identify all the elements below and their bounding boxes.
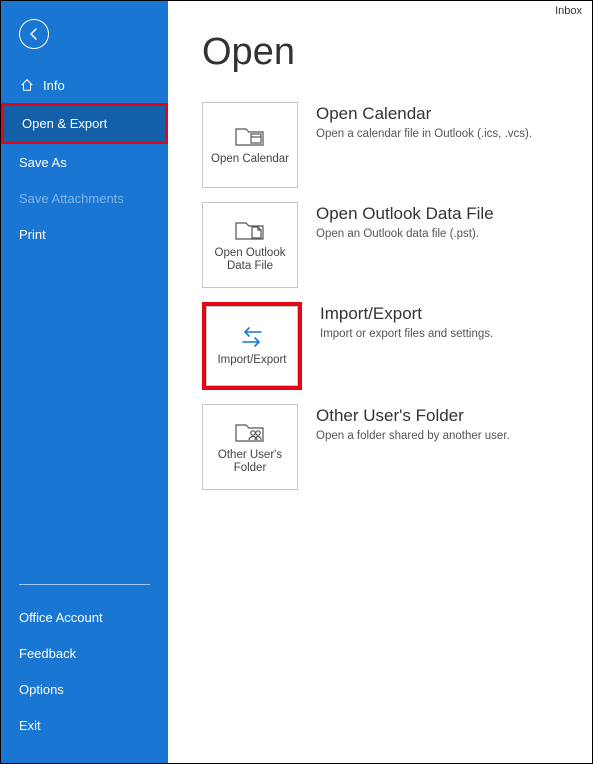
import-export-arrows-icon <box>236 324 268 350</box>
window-title: Inbox <box>555 5 582 17</box>
tile-label: Open Outlook Data File <box>207 247 293 273</box>
option-title: Open Outlook Data File <box>316 204 582 224</box>
sidebar-item-label: Exit <box>19 718 41 733</box>
sidebar: Info Open & Export Save As Save Attachme… <box>1 1 168 763</box>
sidebar-item-office-account[interactable]: Office Account <box>1 599 168 635</box>
sidebar-item-label: Save As <box>19 155 67 170</box>
sidebar-item-info[interactable]: Info <box>1 67 168 103</box>
sidebar-item-feedback[interactable]: Feedback <box>1 635 168 671</box>
sidebar-item-options[interactable]: Options <box>1 671 168 707</box>
sidebar-item-label: Feedback <box>19 646 76 661</box>
highlight-import-export: Import/Export <box>202 302 302 390</box>
sidebar-item-save-as[interactable]: Save As <box>1 144 168 180</box>
option-text: Open Calendar Open a calendar file in Ou… <box>316 102 582 140</box>
option-title: Import/Export <box>320 304 582 324</box>
option-desc: Open a calendar file in Outlook (.ics, .… <box>316 128 582 140</box>
option-text: Import/Export Import or export files and… <box>320 302 582 340</box>
calendar-folder-icon <box>234 123 266 149</box>
option-open-calendar: Open Calendar Open Calendar Open a calen… <box>202 102 582 188</box>
data-file-folder-icon <box>234 217 266 243</box>
sidebar-item-label: Save Attachments <box>19 191 124 206</box>
sidebar-item-exit[interactable]: Exit <box>1 707 168 743</box>
sidebar-item-save-attachments: Save Attachments <box>1 180 168 216</box>
option-open-data-file: Open Outlook Data File Open Outlook Data… <box>202 202 582 288</box>
option-title: Other User's Folder <box>316 406 582 426</box>
page-title: Open <box>202 31 582 74</box>
tile-other-user-folder[interactable]: Other User's Folder <box>202 404 298 490</box>
app-window: Inbox Info Open & Export Save As <box>0 0 593 764</box>
option-desc: Open an Outlook data file (.pst). <box>316 228 582 240</box>
sidebar-nav-top: Info Open & Export Save As Save Attachme… <box>1 67 168 252</box>
tile-open-calendar[interactable]: Open Calendar <box>202 102 298 188</box>
option-text: Other User's Folder Open a folder shared… <box>316 404 582 442</box>
sidebar-item-label: Options <box>19 682 64 697</box>
tile-label: Open Calendar <box>211 153 289 166</box>
main-panel: Open Open Calendar Open Calendar Open a … <box>168 1 592 763</box>
tile-label: Other User's Folder <box>207 449 293 475</box>
sidebar-item-label: Print <box>19 227 46 242</box>
sidebar-nav-bottom: Office Account Feedback Options Exit <box>1 574 168 763</box>
sidebar-divider <box>19 584 150 585</box>
tile-label: Import/Export <box>217 354 286 367</box>
sidebar-item-print[interactable]: Print <box>1 216 168 252</box>
option-import-export: Import/Export Import/Export Import or ex… <box>202 302 582 390</box>
option-other-user-folder: Other User's Folder Other User's Folder … <box>202 404 582 490</box>
tile-open-data-file[interactable]: Open Outlook Data File <box>202 202 298 288</box>
home-icon <box>19 77 35 93</box>
tile-import-export[interactable]: Import/Export <box>206 306 298 386</box>
user-folder-icon <box>234 419 266 445</box>
option-title: Open Calendar <box>316 104 582 124</box>
sidebar-item-open-export[interactable]: Open & Export <box>1 103 168 144</box>
option-desc: Import or export files and settings. <box>320 328 582 340</box>
sidebar-item-label: Open & Export <box>22 116 107 131</box>
option-text: Open Outlook Data File Open an Outlook d… <box>316 202 582 240</box>
back-button[interactable] <box>19 19 49 49</box>
sidebar-item-label: Info <box>43 78 65 93</box>
option-desc: Open a folder shared by another user. <box>316 430 582 442</box>
arrow-left-icon <box>26 26 42 42</box>
sidebar-item-label: Office Account <box>19 610 103 625</box>
